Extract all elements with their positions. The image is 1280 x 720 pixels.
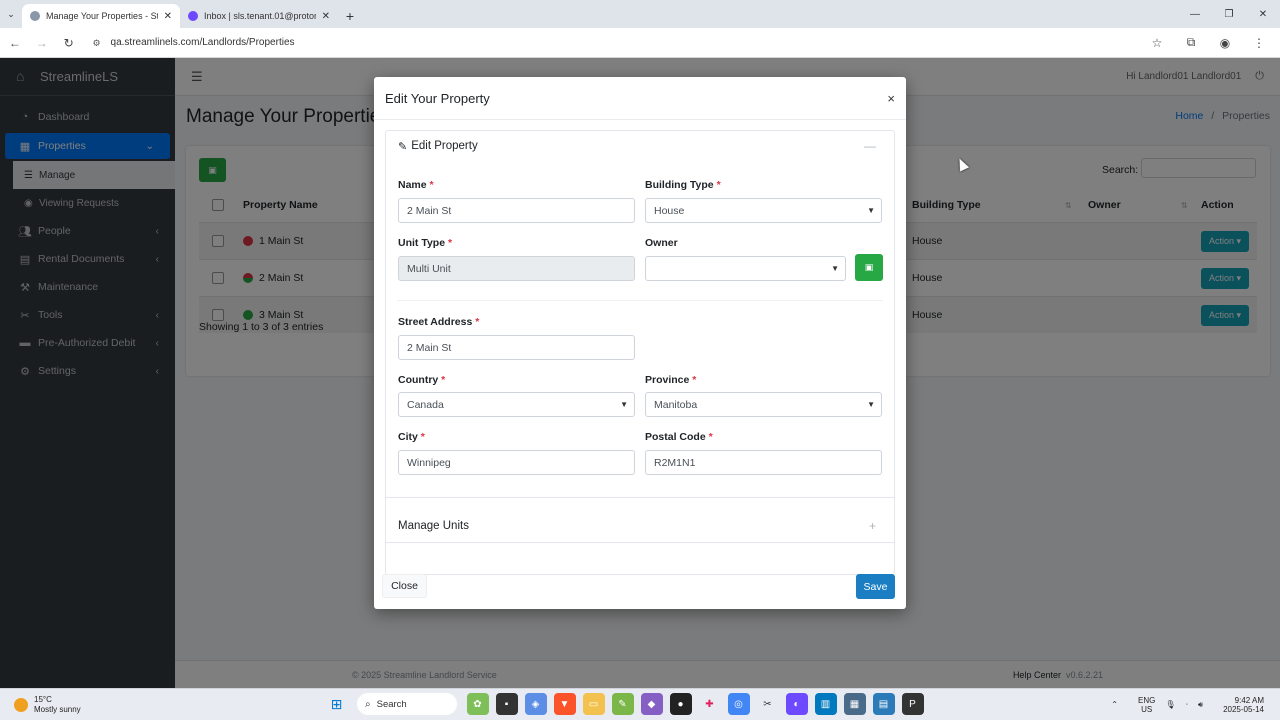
chevron-down-icon: ▼ — [831, 264, 839, 273]
province-select[interactable]: Manitoba ▼ — [645, 392, 882, 417]
owner-select[interactable]: ▼ — [645, 256, 846, 281]
chrome-icon[interactable]: ◎ — [727, 693, 750, 715]
save-button[interactable]: Save — [856, 574, 895, 599]
unit-type-label: Unit Type * — [398, 237, 453, 249]
name-field[interactable]: 2 Main St — [398, 198, 635, 223]
system-tray: ⌃ ENG US 🎙︎ ⋅ 🔊︎ 9:42 AM 2025-05-14 — [1101, 696, 1264, 714]
chevron-down-icon: ▼ — [620, 400, 628, 409]
task-view-icon[interactable]: ▪ — [495, 693, 518, 715]
edit-property-modal: Edit Your Property × ✎ Edit Property — N… — [374, 77, 906, 609]
taskbar-search-label: Search — [376, 698, 407, 710]
country-select[interactable]: Canada ▼ — [398, 392, 635, 417]
modal-title: Edit Your Property — [385, 90, 490, 106]
unit-type-field: Multi Unit — [398, 256, 635, 281]
clock[interactable]: 9:42 AM 2025-05-14 — [1213, 696, 1264, 714]
postal-code-field[interactable]: R2M1N1 — [645, 450, 882, 475]
building-type-select[interactable]: House ▼ — [645, 198, 882, 223]
browser-tab-bar: ⌄ Manage Your Properties - Strea ✕ Inbox… — [0, 0, 1280, 28]
chevron-down-icon: ▼ — [867, 400, 875, 409]
profile-icon[interactable]: ◉ — [1208, 35, 1242, 50]
postal-code-label: Postal Code * — [645, 431, 713, 443]
edit-property-section: ✎ Edit Property — Name * 2 Main St Build… — [385, 130, 895, 575]
section-title: Edit Property — [411, 140, 478, 152]
name-label: Name * — [398, 179, 434, 191]
section-header[interactable]: ✎ Edit Property — — [386, 131, 894, 161]
tray-overflow-icon[interactable]: ⌃ — [1111, 700, 1118, 709]
tab-title: Inbox | sls.tenant.01@protonm — [204, 11, 316, 21]
notepad-plus-icon[interactable]: ✎ — [611, 693, 634, 715]
brave-browser-icon[interactable]: ▼ — [553, 693, 576, 715]
volume-icon[interactable]: 🔊︎ — [1198, 700, 1203, 710]
tab-search-icon[interactable]: ⌄ — [0, 0, 22, 28]
language-indicator[interactable]: ENG US — [1128, 696, 1155, 714]
extensions-icon[interactable]: ⧉ — [1174, 35, 1208, 50]
modal-close-icon[interactable]: × — [887, 91, 895, 106]
restore-icon[interactable]: ❐ — [1212, 0, 1246, 28]
divider — [397, 300, 883, 301]
window-controls: — ❐ ✕ — [1178, 0, 1280, 28]
manage-units-title: Manage Units — [398, 519, 469, 532]
search-icon: ⌕ — [365, 698, 371, 710]
collapse-minus-icon[interactable]: — — [864, 139, 876, 153]
weather-desc: Mostly sunny — [34, 704, 81, 714]
tab-close-icon[interactable]: ✕ — [164, 11, 172, 22]
street-address-label: Street Address * — [398, 316, 480, 328]
slack-icon[interactable]: ✚ — [698, 693, 721, 715]
browser-menu-icon[interactable]: ⋮ — [1242, 35, 1276, 50]
address-bar: ← → ↻ ⚙ qa.streamlinels.com/Landlords/Pr… — [0, 28, 1280, 58]
pencil-icon: ✎ — [398, 140, 408, 153]
province-label: Province * — [645, 374, 697, 386]
back-icon[interactable]: ← — [3, 31, 27, 55]
modal-header: Edit Your Property × — [374, 77, 906, 120]
site-favicon-icon — [30, 11, 40, 21]
tab-close-icon[interactable]: ✕ — [322, 11, 330, 22]
divider — [386, 497, 894, 498]
city-label: City * — [398, 431, 425, 443]
windows-taskbar: 15°C Mostly sunny ⊞ ⌕ Search ✿ ▪ ◈ ▼ ▭ ✎… — [0, 688, 1280, 720]
weather-widget[interactable]: 15°C Mostly sunny — [14, 695, 214, 715]
window-close-icon[interactable]: ✕ — [1246, 0, 1280, 28]
widgets-icon[interactable]: ✿ — [466, 693, 489, 715]
chevron-down-icon: ▼ — [867, 206, 875, 215]
browser-tab-properties[interactable]: Manage Your Properties - Strea ✕ — [22, 4, 180, 28]
proton-icon[interactable]: ◐ — [785, 693, 808, 715]
snipping-tool-icon[interactable]: ✂ — [756, 693, 779, 715]
notes-icon[interactable]: ▤ — [872, 693, 895, 715]
copilot-icon[interactable]: ◈ — [524, 693, 547, 715]
github-icon[interactable]: ● — [669, 693, 692, 715]
street-address-field[interactable]: 2 Main St — [398, 335, 635, 360]
forward-icon[interactable]: → — [30, 31, 54, 55]
url-text: qa.streamlinels.com/Landlords/Properties — [110, 37, 295, 48]
bookmark-star-icon[interactable]: ☆ — [1140, 35, 1174, 50]
calculator-icon[interactable]: ▦ — [843, 693, 866, 715]
building-type-label: Building Type * — [645, 179, 721, 191]
new-tab-icon[interactable]: + — [338, 4, 362, 28]
site-info-icon[interactable]: ⚙ — [93, 38, 103, 48]
sun-icon — [14, 697, 28, 712]
minimize-icon[interactable]: — — [1178, 0, 1212, 28]
add-owner-button[interactable]: ▣ — [855, 254, 883, 281]
close-button[interactable]: Close — [382, 574, 427, 598]
url-field[interactable]: ⚙ qa.streamlinels.com/Landlords/Properti… — [86, 31, 1140, 54]
microphone-icon[interactable]: 🎙︎ — [1165, 700, 1175, 709]
city-field[interactable]: Winnipeg — [398, 450, 635, 475]
windows-start-icon[interactable]: ⊞ — [326, 693, 348, 715]
network-icon[interactable]: ⋅ — [1185, 700, 1188, 709]
expand-plus-icon[interactable]: + — [869, 519, 876, 533]
app-p-icon[interactable]: P — [901, 693, 924, 715]
taskbar-search[interactable]: ⌕ Search — [357, 693, 457, 715]
owner-label: Owner — [645, 237, 678, 249]
reload-icon[interactable]: ↻ — [57, 31, 81, 55]
visual-studio-icon[interactable]: ◆ — [640, 693, 663, 715]
plus-square-icon: ▣ — [864, 262, 874, 272]
taskbar-apps: ⊞ ⌕ Search ✿ ▪ ◈ ▼ ▭ ✎ ◆ ● ✚ ◎ ✂ ◐ ▥ ▦ ▤… — [322, 693, 927, 715]
manage-units-header[interactable]: Manage Units + — [386, 509, 894, 543]
tab-title: Manage Your Properties - Strea — [46, 11, 158, 21]
weather-temp: 15°C — [34, 694, 52, 704]
trello-icon[interactable]: ▥ — [814, 693, 837, 715]
country-label: Country * — [398, 374, 446, 386]
file-explorer-icon[interactable]: ▭ — [582, 693, 605, 715]
proton-mail-icon — [188, 11, 198, 21]
browser-tab-inbox[interactable]: Inbox | sls.tenant.01@protonm ✕ — [180, 4, 338, 28]
